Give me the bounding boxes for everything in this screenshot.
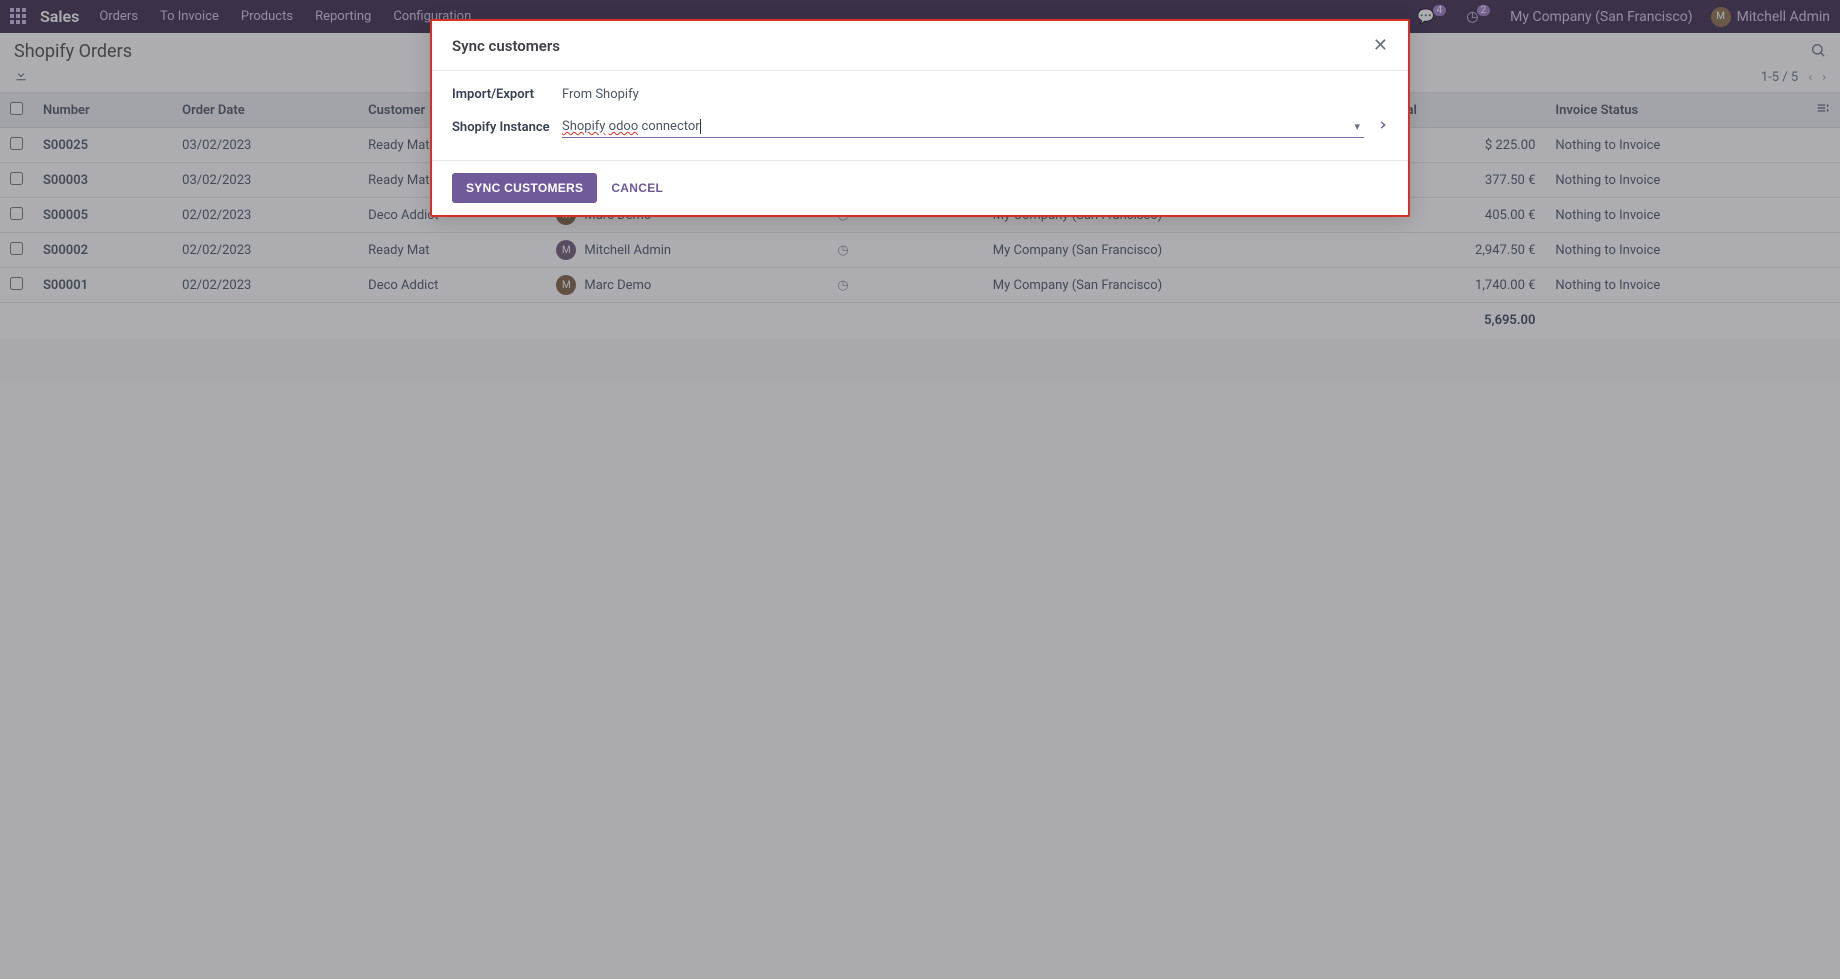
sync-customers-button[interactable]: SYNC CUSTOMERS bbox=[452, 173, 597, 203]
modal-footer: SYNC CUSTOMERS CANCEL bbox=[432, 160, 1408, 215]
cancel-button[interactable]: CANCEL bbox=[611, 181, 663, 195]
import-export-value: From Shopify bbox=[562, 87, 639, 102]
modal-title: Sync customers bbox=[452, 37, 560, 55]
external-link-icon[interactable] bbox=[1372, 117, 1388, 137]
import-export-label: Import/Export bbox=[452, 87, 562, 102]
dropdown-caret-icon[interactable]: ▾ bbox=[1350, 120, 1364, 133]
shopify-instance-label: Shopify Instance bbox=[452, 116, 562, 135]
shopify-instance-input[interactable]: Shopify odoo connector​ bbox=[562, 116, 1350, 137]
modal-header: Sync customers ✕ bbox=[432, 21, 1408, 71]
modal-body: Import/Export From Shopify Shopify Insta… bbox=[432, 71, 1408, 160]
close-icon[interactable]: ✕ bbox=[1373, 35, 1388, 56]
sync-customers-modal: Sync customers ✕ Import/Export From Shop… bbox=[430, 19, 1410, 217]
shopify-instance-field[interactable]: Shopify odoo connector​ ▾ bbox=[562, 116, 1364, 138]
